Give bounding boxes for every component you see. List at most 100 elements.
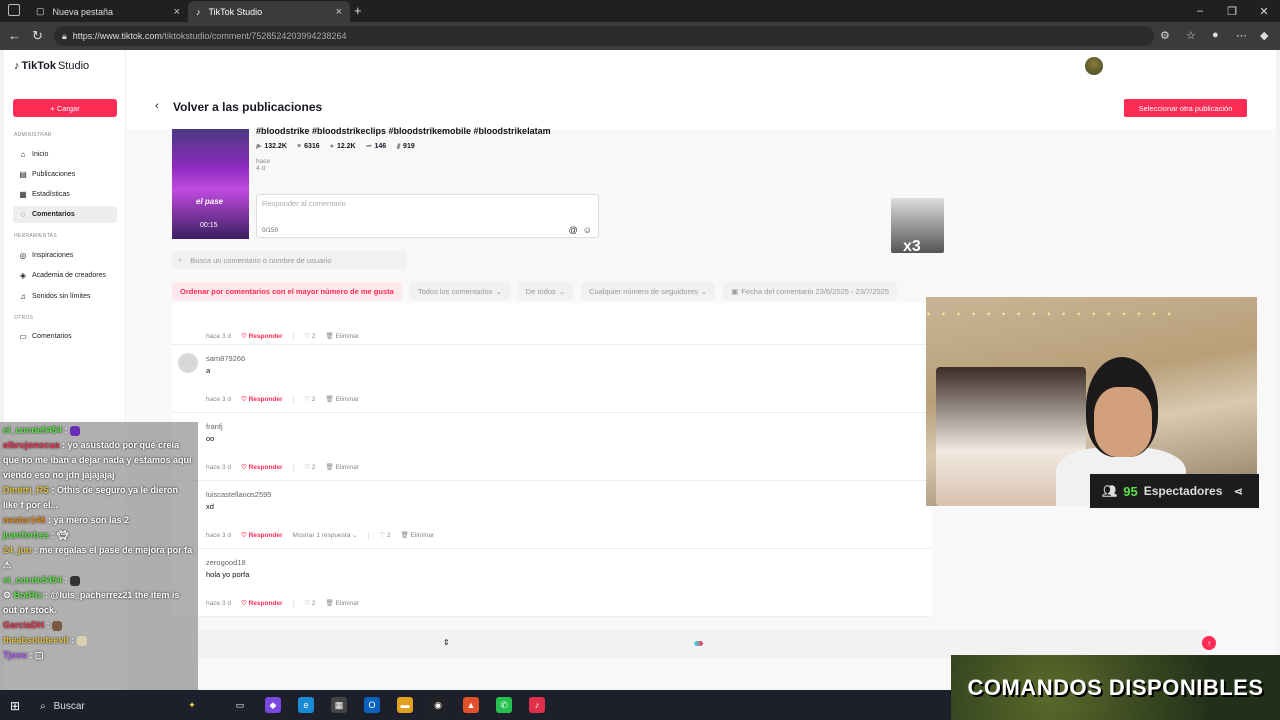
outlook-app-icon[interactable]: O bbox=[364, 697, 380, 713]
sidebar-item-label: Comentarios bbox=[32, 333, 72, 340]
reply-link[interactable]: ♡ Responder bbox=[241, 599, 283, 607]
tiktok-app-icon[interactable]: ♪ bbox=[529, 697, 545, 713]
sidebar-item-comments[interactable]: ◌ Comentarios bbox=[13, 206, 117, 223]
reply-link[interactable]: ♡ Responder bbox=[241, 463, 283, 471]
select-other-post-button[interactable]: Seleccionar otra publicación bbox=[1124, 99, 1247, 117]
separator: | bbox=[292, 395, 295, 403]
tab-tiktok-studio[interactable]: ♪ TikTok Studio × bbox=[188, 1, 350, 22]
reply-link[interactable]: ♡ Responder bbox=[241, 531, 283, 539]
window-menu-icon[interactable] bbox=[8, 4, 20, 16]
copilot-icon[interactable]: ◆ bbox=[1260, 29, 1268, 42]
commenter-username[interactable]: zerogood18 bbox=[206, 558, 246, 567]
sidebar-item-home[interactable]: ⌂ Inicio bbox=[13, 146, 117, 163]
sort-most-liked-filter[interactable]: Ordenar por comentarios con el mayor núm… bbox=[172, 282, 402, 300]
sidebar-item-analytics[interactable]: ▦ Estadísticas bbox=[13, 186, 117, 203]
commenter-username[interactable]: franfj bbox=[206, 422, 223, 431]
favorites-icon[interactable]: ☆ bbox=[1186, 29, 1196, 42]
edge-app-icon[interactable]: e bbox=[298, 697, 314, 713]
sidebar-item-sounds[interactable]: ♫ Sonidos sin límites bbox=[13, 288, 117, 305]
maximize-icon[interactable]: ❐ bbox=[1216, 5, 1248, 18]
sidebar-item-inspiration[interactable]: ◎ Inspiraciones bbox=[13, 247, 117, 264]
like-button[interactable]: ♡ 2 bbox=[304, 332, 315, 340]
reply-link[interactable]: ♡ Responder bbox=[241, 332, 283, 340]
back-icon[interactable]: ← bbox=[8, 28, 21, 43]
delete-link[interactable]: 🗑︎ Eliminar bbox=[326, 332, 360, 340]
sidebar-item-posts[interactable]: ▤ Publicaciones bbox=[13, 166, 117, 183]
chat-username: el_conde5454 bbox=[3, 425, 63, 435]
post-time: hace 4 d bbox=[256, 158, 271, 172]
viewer-label: Espectadores bbox=[1143, 484, 1223, 498]
sidebar-item-academy[interactable]: ◈ Academia de creadores bbox=[13, 267, 117, 284]
delete-link[interactable]: 🗑︎ Eliminar bbox=[326, 599, 360, 607]
obs-app-icon[interactable]: ◉ bbox=[430, 697, 446, 713]
refresh-icon[interactable]: ↻ bbox=[32, 28, 43, 44]
whatsapp-app-icon[interactable]: ✆ bbox=[496, 697, 512, 713]
sidebar-item-comments-other[interactable]: ▭ Comentarios bbox=[13, 328, 117, 345]
more-icon[interactable]: ⋯ bbox=[1236, 29, 1247, 42]
brave-app-icon[interactable]: ▲ bbox=[463, 697, 479, 713]
chevron-left-icon[interactable]: ‹ bbox=[155, 100, 159, 112]
delete-link[interactable]: 🗑︎ Eliminar bbox=[326, 463, 360, 471]
like-button[interactable]: ♡ 2 bbox=[379, 531, 390, 539]
share-icon: ➦ bbox=[365, 143, 372, 150]
section-title-tools: HERRAMIENTAS bbox=[14, 233, 57, 239]
new-tab-icon[interactable]: + bbox=[354, 3, 362, 18]
comment-row: zerogood18 hola yo porfa hace 3 d ♡ Resp… bbox=[172, 549, 932, 617]
windows-taskbar: ⊞ ⌕ Buscar ✦ ▭ ◆ e ▦ O ▬ ◉ ▲ ✆ ♪ bbox=[0, 690, 951, 720]
scroll-to-top-icon[interactable]: ↑ bbox=[1202, 636, 1216, 650]
from-all-filter[interactable]: De todos ⌄ bbox=[517, 282, 574, 300]
all-comments-filter[interactable]: Todos los comentarios ⌄ bbox=[409, 282, 510, 300]
chat-message: ⚙ BotRix : @luis_pacherrez21 the item is… bbox=[3, 590, 180, 615]
close-window-icon[interactable]: ✕ bbox=[1248, 5, 1280, 18]
reply-link[interactable]: ♡ Responder bbox=[241, 395, 283, 403]
reply-input[interactable]: Responder al comentario 0/150 @ ☺ bbox=[256, 194, 599, 238]
sort-arrows-icon[interactable]: ⇕ bbox=[443, 638, 450, 647]
page-title[interactable]: Volver a las publicaciones bbox=[173, 100, 322, 114]
chevron-down-icon: ⌄ bbox=[700, 286, 708, 296]
chat-message: juanforbes : 👾︎ bbox=[3, 530, 69, 540]
commenter-avatar[interactable] bbox=[178, 353, 198, 373]
filter-label: De todos bbox=[525, 286, 556, 296]
delete-link[interactable]: 🗑︎ Eliminar bbox=[326, 395, 360, 403]
minimize-icon[interactable]: – bbox=[1184, 5, 1216, 17]
video-duration: 00:15 bbox=[200, 222, 218, 229]
comment-search-input[interactable]: ⌕ Busca un comentario o nombre de usuari… bbox=[172, 251, 407, 269]
comment-row: hace 3 d ♡ Responder | ♡ 2 🗑︎ Eliminar bbox=[172, 303, 932, 345]
webcam-person-face bbox=[1094, 387, 1152, 457]
followers-filter[interactable]: Cualquier número de seguidores ⌄ bbox=[581, 282, 716, 300]
tab-new-tab[interactable]: ▢ Nueva pestaña × bbox=[28, 1, 188, 22]
sparkle-icon[interactable]: ✦ bbox=[184, 697, 200, 713]
like-button[interactable]: ♡ 2 bbox=[304, 599, 315, 607]
windows-start-icon[interactable]: ⊞ bbox=[10, 699, 20, 713]
close-tab-icon[interactable]: × bbox=[336, 6, 342, 18]
date-filter[interactable]: ▣ Fecha del comentario 23/6/2025 - 23/7/2… bbox=[723, 282, 897, 300]
store-app-icon[interactable]: ▦ bbox=[331, 697, 347, 713]
chat-message: el_conde5454 : bbox=[3, 423, 195, 438]
commenter-username[interactable]: sam879266 bbox=[206, 354, 245, 363]
play-icon: ▶ bbox=[256, 143, 262, 150]
delete-label: Eliminar bbox=[410, 532, 435, 539]
emoji-icon[interactable]: ☺ bbox=[583, 225, 592, 235]
like-button[interactable]: ♡ 2 bbox=[304, 395, 315, 403]
copilot-app-icon[interactable]: ◆ bbox=[265, 697, 281, 713]
post-thumbnail[interactable]: el pase 00:15 bbox=[172, 129, 249, 239]
commenter-username[interactable]: luiscastellanos2595 bbox=[206, 490, 271, 499]
share-icon[interactable]: ⋖ bbox=[1234, 485, 1243, 498]
mention-icon[interactable]: @ bbox=[569, 225, 578, 235]
upload-button[interactable]: + Cargar bbox=[13, 99, 117, 117]
close-tab-icon[interactable]: × bbox=[174, 6, 180, 18]
comment-row: luiscastellanos2595 xd hace 3 d ♡ Respon… bbox=[172, 481, 932, 549]
url-field[interactable]: 🔒︎ https://www.tiktok.com/tiktokstudio/c… bbox=[54, 26, 1154, 46]
tiktok-studio-logo[interactable]: ♪ TikTok Studio bbox=[14, 60, 89, 72]
lightbulb-icon: ◎ bbox=[19, 251, 27, 260]
profile-icon[interactable]: ● bbox=[1212, 29, 1219, 41]
file-explorer-icon[interactable]: ▬ bbox=[397, 697, 413, 713]
task-view-icon[interactable]: ▭ bbox=[232, 697, 248, 713]
like-button[interactable]: ♡ 2 bbox=[304, 463, 315, 471]
show-replies-link[interactable]: Mostrar 1 respuesta ⌄ bbox=[293, 531, 358, 539]
extensions-icon[interactable]: ⚙ bbox=[1160, 29, 1170, 42]
likes-stat: ♥ 6316 bbox=[297, 142, 320, 150]
top-strip bbox=[127, 50, 1276, 84]
avatar[interactable] bbox=[1085, 57, 1103, 75]
delete-link[interactable]: 🗑︎ Eliminar bbox=[401, 531, 435, 539]
